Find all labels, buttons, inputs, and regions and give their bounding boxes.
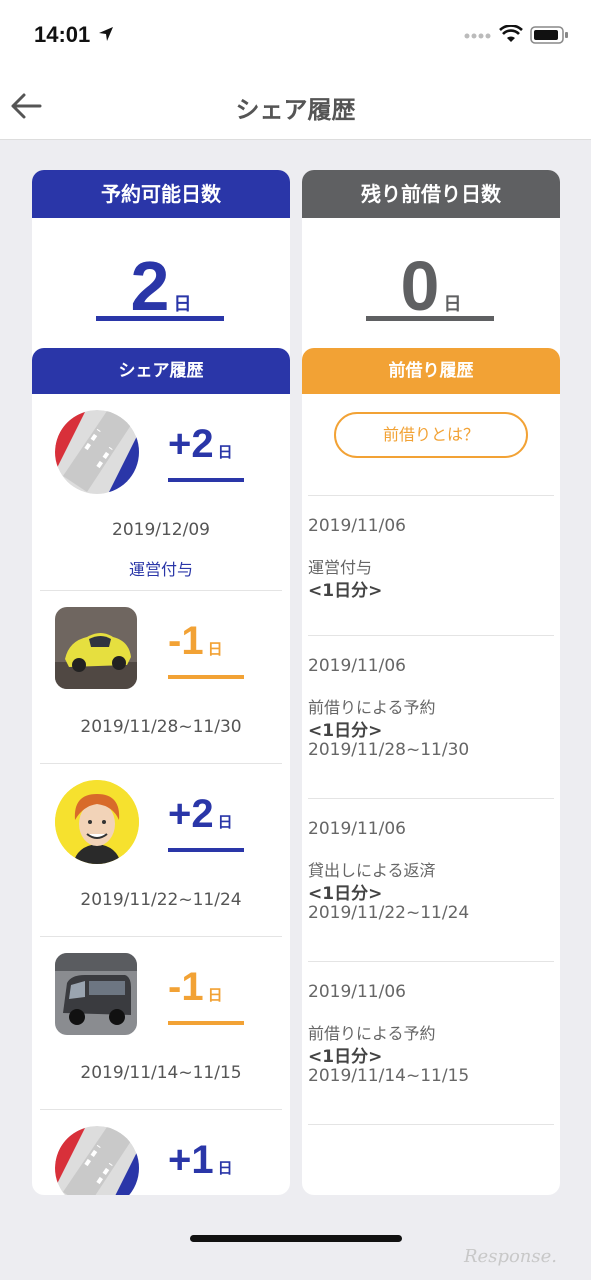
share-date: 2019/11/14~11/15 (80, 1063, 242, 1083)
advance-type: 貸出しによる返済 (308, 861, 436, 880)
share-history-item[interactable]: +1 日 (40, 1110, 282, 1195)
share-history-item[interactable]: +2 日 2019/12/09 運営付与 (40, 394, 282, 591)
share-delta: +1 日 (168, 1138, 248, 1183)
share-date: 2019/12/09 (112, 520, 210, 540)
available-days-unit: 日 (173, 294, 192, 315)
share-history-item[interactable]: -1 日 2019/11/28~11/30 (40, 591, 282, 764)
advance-history-item: 2019/11/06 前借りによる予約 <1日分> 2019/11/28~11/… (308, 636, 554, 799)
share-delta-number: -1 (168, 965, 204, 1009)
share-history-header: シェア履歴 (32, 348, 290, 394)
advance-days-number: 0 (400, 247, 440, 325)
advance-date: 2019/11/06 (308, 819, 406, 839)
share-delta-unit: 日 (217, 443, 233, 461)
wifi-icon (499, 25, 523, 42)
advance-days-header: 残り前借り日数 (302, 170, 560, 218)
advance-amount: <1日分> (308, 884, 383, 904)
share-delta-number: -1 (168, 619, 204, 663)
share-delta-underline (168, 1021, 244, 1025)
battery-icon (530, 26, 568, 44)
available-days-number: 2 (130, 247, 170, 325)
advance-days-card: 残り前借り日数 0日 前借り履歴 前借りとは？ 2019/11/06 運営付与 … (302, 170, 560, 1195)
share-logo-avatar (55, 1126, 139, 1195)
share-delta-underline (168, 478, 244, 482)
available-days-card: 予約可能日数 2日 シェア履歴 +2 日 2019/12/09 運営付与 -1 日 … (32, 170, 290, 1195)
watermark: Response. (464, 1246, 558, 1267)
share-delta: -1 日 (168, 619, 248, 664)
advance-range: 2019/11/28~11/30 (308, 740, 470, 760)
share-delta-unit: 日 (217, 813, 233, 831)
share-date: 2019/11/22~11/24 (80, 890, 242, 910)
home-indicator[interactable] (190, 1235, 402, 1242)
share-date: 2019/11/28~11/30 (80, 717, 242, 737)
share-delta-number: +2 (168, 422, 214, 466)
share-delta-underline (168, 848, 244, 852)
advance-history-item: 2019/11/06 前借りによる予約 <1日分> 2019/11/14~11/… (308, 962, 554, 1125)
advance-history-item: 2019/11/06 貸出しによる返済 <1日分> 2019/11/22~11/… (308, 799, 554, 962)
available-days-count: 2日 (32, 246, 290, 326)
page-title: シェア履歴 (235, 96, 356, 124)
car-photo-van (55, 953, 137, 1035)
advance-days-unit: 日 (443, 294, 462, 315)
status-time: 14:01 (34, 22, 91, 47)
user-avatar-illustration (55, 780, 139, 864)
car-photo-yellow (55, 607, 137, 689)
navigation-bar: シェア履歴 (0, 70, 591, 140)
advance-days-count-area: 0日 (302, 218, 560, 348)
advance-range: 2019/11/22~11/24 (308, 903, 470, 923)
available-days-underline (96, 316, 224, 321)
advance-type: 前借りによる予約 (308, 1024, 436, 1043)
advance-days-count: 0日 (302, 246, 560, 326)
available-days-header: 予約可能日数 (32, 170, 290, 218)
advance-amount: <1日分> (308, 581, 383, 601)
share-history-item[interactable]: +2 日 2019/11/22~11/24 (40, 764, 282, 937)
advance-amount: <1日分> (308, 721, 383, 741)
about-advance-button[interactable]: 前借りとは？ (334, 412, 528, 458)
share-delta-number: +1 (168, 1138, 214, 1182)
advance-history-header: 前借り履歴 (302, 348, 560, 394)
share-delta-unit: 日 (207, 640, 223, 658)
available-days-count-area: 2日 (32, 218, 290, 348)
share-logo-avatar (55, 410, 139, 494)
cellular-signal-icon (464, 33, 491, 39)
advance-history-item: 2019/11/06 運営付与 <1日分> (308, 496, 554, 636)
advance-date: 2019/11/06 (308, 982, 406, 1002)
about-advance-section: 前借りとは？ (308, 412, 554, 496)
share-delta-unit: 日 (207, 986, 223, 1004)
share-history-item[interactable]: -1 日 2019/11/14~11/15 (40, 937, 282, 1110)
advance-range: 2019/11/14~11/15 (308, 1066, 470, 1086)
advance-type: 前借りによる予約 (308, 698, 436, 717)
share-delta: +2 日 (168, 792, 248, 837)
share-delta-number: +2 (168, 792, 214, 836)
advance-amount: <1日分> (308, 1047, 383, 1067)
advance-date: 2019/11/06 (308, 516, 406, 536)
share-delta: -1 日 (168, 965, 248, 1010)
share-delta: +2 日 (168, 422, 248, 467)
location-arrow-icon (99, 27, 113, 41)
status-bar: 14:01 (0, 0, 591, 70)
share-delta-unit: 日 (217, 1159, 233, 1177)
advance-days-underline (366, 316, 494, 321)
share-delta-underline (168, 675, 244, 679)
share-tag: 運営付与 (128, 560, 193, 579)
advance-date: 2019/11/06 (308, 656, 406, 676)
advance-type: 運営付与 (308, 558, 373, 577)
